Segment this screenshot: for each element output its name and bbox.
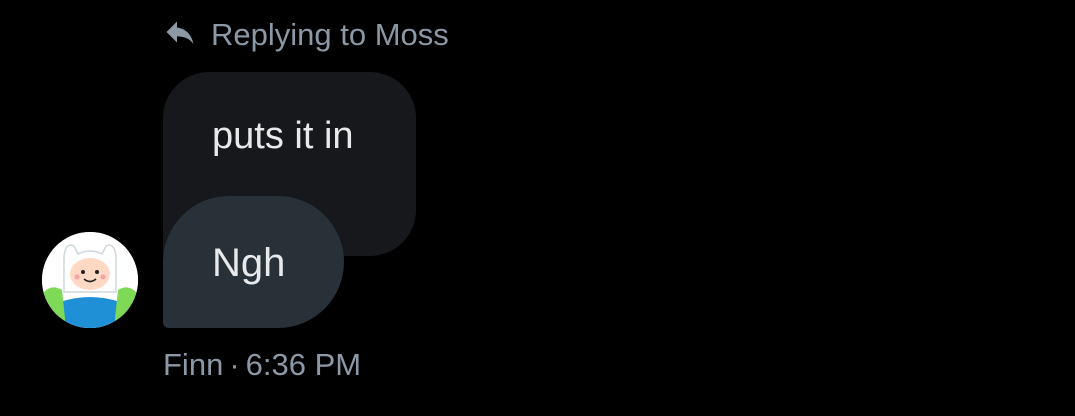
dm-conversation: Replying to Moss puts it in Ngh Finn · 6… <box>0 0 1075 416</box>
replying-to-label: Replying to Moss <box>211 17 449 52</box>
quoted-message-text: puts it in <box>212 115 354 157</box>
message-meta: Finn · 6:36 PM <box>163 344 361 386</box>
reply-arrow-icon <box>162 17 198 53</box>
message-text: Ngh <box>212 241 286 285</box>
sender-name: Finn <box>163 347 224 382</box>
message-timestamp: 6:36 PM <box>245 347 362 382</box>
meta-separator: · <box>229 347 240 382</box>
avatar[interactable] <box>42 232 138 328</box>
message-bubble[interactable]: Ngh <box>163 196 344 328</box>
replying-to-header: Replying to Moss <box>162 14 449 56</box>
